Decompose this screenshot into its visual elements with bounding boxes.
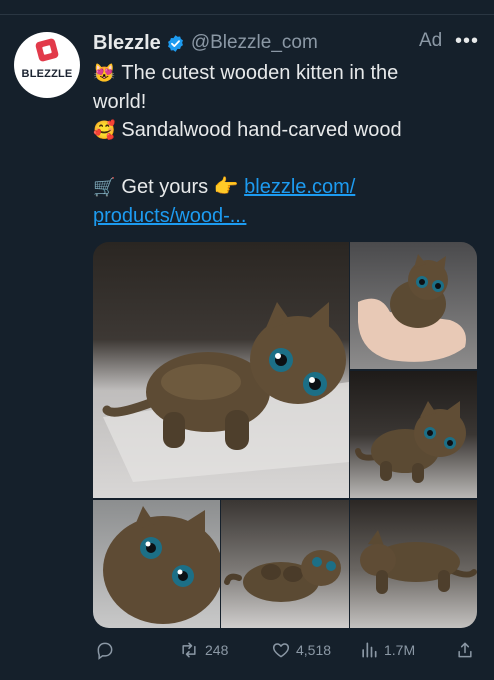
more-options-icon[interactable]: ••• <box>455 30 479 53</box>
author-handle[interactable]: @Blezzle_com <box>191 32 318 54</box>
avatar-logo-text: BLEZZLE <box>21 68 73 80</box>
post-line-blank <box>93 145 473 174</box>
avatar[interactable]: BLEZZLE <box>14 32 80 98</box>
reply-icon <box>97 642 113 660</box>
views-count: 1.7M <box>384 642 416 658</box>
post-header: Blezzle @Blezzle_com <box>93 30 318 56</box>
post-line-1: 😻 The cutest wooden kitten in the <box>93 62 399 84</box>
post-line-3: 🥰 Sandalwood hand-carved wood <box>93 119 402 142</box>
post-line-link: products/wood-... <box>93 202 473 231</box>
retweet-count: 248 <box>205 642 229 658</box>
product-link-continued[interactable]: products/wood-... <box>93 205 246 227</box>
media-grid <box>93 242 477 628</box>
post-text: 😻 The cutest wooden kitten in the world! … <box>93 59 473 231</box>
views-bar-chart-icon <box>362 642 377 658</box>
wooden-kitten-illustration <box>102 302 349 482</box>
top-divider <box>0 14 494 15</box>
post-line-2: world! <box>93 90 147 113</box>
action-bar: 248 4,518 1.7M <box>93 640 477 662</box>
media-photo-main[interactable] <box>93 242 349 498</box>
media-photo-hand[interactable] <box>350 242 477 369</box>
heart-icon <box>272 643 290 658</box>
reply-button[interactable] <box>95 640 120 660</box>
price-tag-logo-icon <box>34 37 60 63</box>
verified-badge-icon <box>167 34 183 52</box>
ad-label: Ad <box>419 30 443 51</box>
media-photo-closeup[interactable] <box>93 500 220 628</box>
like-button[interactable]: 4,518 <box>271 640 331 660</box>
like-count: 4,518 <box>296 642 332 658</box>
views-button[interactable]: 1.7M <box>359 640 415 660</box>
media-photo-lying[interactable] <box>221 500 349 628</box>
share-button[interactable] <box>455 640 480 660</box>
post-line-cta: 🛒 Get yours 👉 blezzle.com/ <box>93 176 356 199</box>
author-name[interactable]: Blezzle <box>93 32 161 55</box>
product-link[interactable]: blezzle.com/ <box>244 176 355 198</box>
media-photo-stretch[interactable] <box>350 500 477 628</box>
smiling-hearts-emoji-icon: 🥰 <box>93 120 116 141</box>
shopping-cart-emoji-icon: 🛒 <box>93 177 116 198</box>
share-upload-icon <box>458 642 472 658</box>
media-photo-side[interactable] <box>350 371 477 498</box>
retweet-icon <box>182 642 196 658</box>
retweet-button[interactable]: 248 <box>178 640 228 660</box>
heart-eyes-cat-emoji-icon: 😻 <box>93 63 116 83</box>
